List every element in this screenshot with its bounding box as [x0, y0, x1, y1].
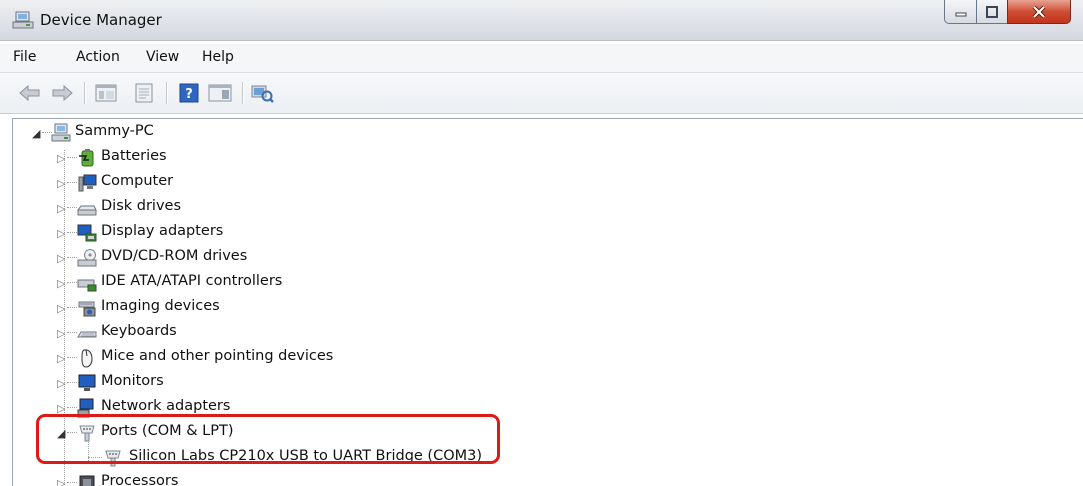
- expand-arrow-icon[interactable]: ▷: [57, 377, 65, 390]
- expand-arrow-icon[interactable]: ▷: [57, 202, 65, 215]
- tree-item-label: Monitors: [101, 373, 164, 389]
- menu-bar: File Action View Help: [0, 44, 1083, 73]
- computer-icon: [78, 174, 97, 192]
- tree-connector: [67, 332, 77, 333]
- tree-item-label: DVD/CD-ROM drives: [101, 248, 248, 264]
- tree-connector: [67, 382, 77, 383]
- expand-arrow-icon[interactable]: ▷: [57, 177, 65, 190]
- tree-connector: [67, 407, 77, 408]
- camera-icon: [78, 301, 96, 317]
- expand-arrow-icon[interactable]: ▷: [57, 152, 65, 165]
- tree-connector: [67, 207, 77, 208]
- device-manager-icon: [12, 11, 34, 29]
- expand-arrow-icon[interactable]: ▷: [57, 302, 65, 315]
- tree-connector: [67, 482, 77, 483]
- tree-connector: [67, 232, 77, 233]
- expand-arrow-icon[interactable]: ▷: [57, 352, 65, 365]
- tree-connector: [67, 307, 77, 308]
- tree-root-sammy-pc[interactable]: ◢ Sammy-PC: [13, 121, 413, 145]
- tree-item-label: Computer: [101, 173, 174, 189]
- tree-item-batteries[interactable]: ▷ Batteries: [13, 146, 413, 170]
- expand-arrow-icon[interactable]: ▷: [57, 227, 65, 240]
- computer-icon: [51, 123, 71, 142]
- window-title: Device Manager: [40, 11, 162, 29]
- display-adapter-icon: [77, 224, 97, 242]
- tree-item-monitors[interactable]: ▷ Monitors: [13, 371, 413, 395]
- processor-icon: [79, 475, 95, 486]
- device-manager-window: Device Manager File Action View Help ? ◢…: [0, 0, 1083, 486]
- tree-item-label: Mice and other pointing devices: [101, 348, 334, 364]
- expand-arrow-icon[interactable]: ▷: [57, 252, 65, 265]
- tree-item-label: Network adapters: [101, 398, 231, 414]
- minimize-icon: [955, 12, 966, 16]
- tree-item-imaging-devices[interactable]: ▷ Imaging devices: [13, 296, 413, 320]
- collapse-arrow-icon[interactable]: ◢: [32, 127, 40, 140]
- back-arrow-icon[interactable]: [18, 83, 42, 103]
- tree-item-label: Keyboards: [101, 323, 177, 339]
- tree-connector: [67, 157, 77, 158]
- svg-text:?: ?: [185, 87, 193, 102]
- expand-arrow-icon[interactable]: ▷: [57, 327, 65, 340]
- minimize-button[interactable]: [944, 0, 977, 24]
- scan-hardware-icon[interactable]: [250, 83, 274, 103]
- tree-item-processors[interactable]: ▷ Processors: [13, 471, 413, 486]
- tree-item-ide-controllers[interactable]: ▷ IDE ATA/ATAPI controllers: [13, 271, 413, 295]
- disk-drive-icon: [77, 205, 97, 216]
- tree-connector: [67, 182, 77, 183]
- help-icon[interactable]: ?: [178, 83, 200, 103]
- close-icon: [1032, 5, 1046, 18]
- ide-controller-icon: [77, 279, 97, 292]
- console-tree-icon[interactable]: [95, 83, 117, 103]
- tree-item-label: Imaging devices: [101, 298, 220, 314]
- tree-item-label: Processors: [101, 473, 179, 486]
- tree-item-label: IDE ATA/ATAPI controllers: [101, 273, 283, 289]
- forward-arrow-icon[interactable]: [50, 83, 74, 103]
- expand-arrow-icon[interactable]: ▷: [57, 477, 65, 486]
- dvd-drive-icon: [77, 249, 97, 267]
- action-pane-icon[interactable]: [208, 83, 232, 103]
- toolbar: ?: [0, 73, 1083, 114]
- tree-item-display-adapters[interactable]: ▷ Display adapters: [13, 221, 413, 245]
- menu-action[interactable]: Action: [76, 49, 120, 65]
- menu-file[interactable]: File: [13, 49, 36, 65]
- tree-root-label: Sammy-PC: [75, 123, 154, 139]
- maximize-icon: [986, 5, 998, 18]
- highlight-annotation: [36, 414, 500, 464]
- tree-connector: [67, 257, 77, 258]
- toolbar-separator: [242, 82, 243, 104]
- title-bar[interactable]: Device Manager: [0, 0, 1083, 41]
- toolbar-separator: [84, 82, 85, 104]
- tree-item-label: Display adapters: [101, 223, 224, 239]
- tree-item-keyboards[interactable]: ▷ Keyboards: [13, 321, 413, 345]
- expand-arrow-icon[interactable]: ▷: [57, 277, 65, 290]
- toolbar-separator: [166, 82, 167, 104]
- monitor-icon: [78, 374, 96, 391]
- battery-icon: [79, 149, 94, 167]
- tree-item-mice[interactable]: ▷ Mice and other pointing devices: [13, 346, 413, 370]
- properties-icon[interactable]: [133, 83, 155, 103]
- close-button[interactable]: [1007, 0, 1071, 24]
- tree-item-label: Disk drives: [101, 198, 182, 214]
- keyboard-icon: [77, 331, 97, 338]
- menu-help[interactable]: Help: [202, 49, 234, 65]
- maximize-button[interactable]: [976, 0, 1008, 24]
- mouse-icon: [81, 349, 93, 368]
- tree-connector: [67, 357, 77, 358]
- tree-item-disk-drives[interactable]: ▷ Disk drives: [13, 196, 413, 220]
- tree-item-dvd-cd-rom-drives[interactable]: ▷ DVD/CD-ROM drives: [13, 246, 413, 270]
- tree-item-label: Batteries: [101, 148, 167, 164]
- tree-connector: [67, 282, 77, 283]
- tree-item-computer[interactable]: ▷ Computer: [13, 171, 413, 195]
- menu-view[interactable]: View: [146, 49, 179, 65]
